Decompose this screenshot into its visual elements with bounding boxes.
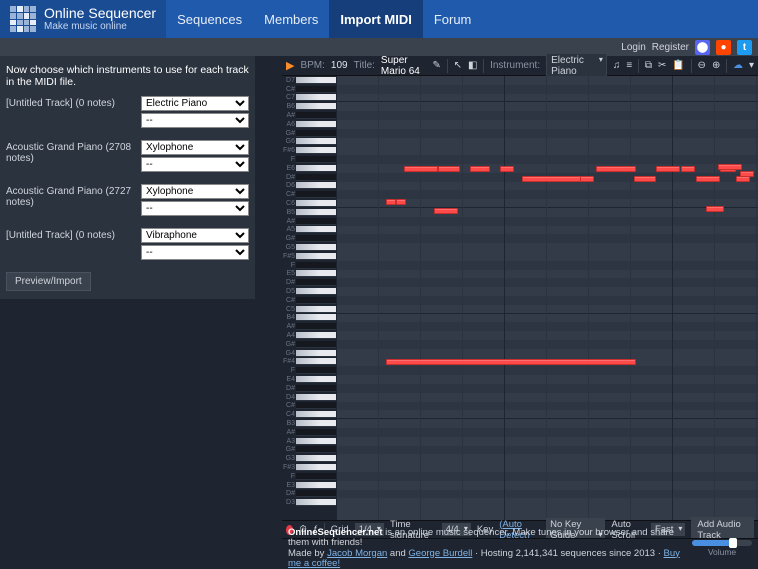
bpm-label: BPM:: [300, 60, 324, 71]
note[interactable]: [656, 166, 680, 172]
footer-text: OnlineSequencer.net is an online music s…: [288, 528, 692, 569]
track-label: [Untitled Track] (0 notes): [6, 228, 141, 241]
reddit-icon[interactable]: ●: [716, 40, 731, 55]
piano-keys[interactable]: D7C#C7B6A#A6G#G6F#6FE6D#D6C#C6B5A#A5G#G5…: [282, 76, 336, 520]
note[interactable]: [522, 176, 582, 182]
save-cloud-icon[interactable]: ☁: [733, 60, 743, 71]
instrument-label: Instrument:: [490, 60, 540, 71]
track-label: Acoustic Grand Piano (2727 notes): [6, 184, 141, 208]
title-input[interactable]: Super Mario 64: [381, 55, 427, 77]
instrument-toggle-icon[interactable]: ♫: [613, 60, 621, 71]
note[interactable]: [634, 176, 656, 182]
note[interactable]: [736, 176, 750, 182]
note[interactable]: [438, 166, 460, 172]
note[interactable]: [681, 166, 695, 172]
note[interactable]: [500, 166, 514, 172]
nav-members[interactable]: Members: [253, 0, 329, 38]
logo[interactable]: Online Sequencer Make music online: [0, 0, 166, 38]
track-instrument-select[interactable]: Electric Piano: [141, 96, 249, 111]
note[interactable]: [596, 166, 636, 172]
nav-sequences[interactable]: Sequences: [166, 0, 253, 38]
track-instrument-select[interactable]: Vibraphone: [141, 228, 249, 243]
copy-icon[interactable]: ⧉: [645, 60, 652, 71]
track-sub-select[interactable]: --: [141, 157, 249, 172]
paste-icon[interactable]: 📋: [672, 60, 684, 71]
edit-icon[interactable]: ✎: [433, 60, 441, 71]
note[interactable]: [386, 199, 396, 205]
nav-import-midi[interactable]: Import MIDI: [329, 0, 423, 38]
note[interactable]: [470, 166, 490, 172]
pointer-tool-icon[interactable]: ↖: [454, 60, 462, 71]
login-link[interactable]: Login: [621, 42, 645, 53]
track-instrument-select[interactable]: Xylophone: [141, 184, 249, 199]
eraser-tool-icon[interactable]: ◧: [468, 60, 477, 71]
note[interactable]: [740, 171, 754, 177]
track-sub-select[interactable]: --: [141, 201, 249, 216]
note-grid[interactable]: [336, 76, 758, 520]
import-intro: Now choose which instruments to use for …: [6, 64, 249, 88]
note[interactable]: [404, 166, 438, 172]
volume-slider[interactable]: [692, 540, 752, 546]
zoom-out-icon[interactable]: ⊖: [698, 60, 706, 71]
preview-import-button[interactable]: Preview/Import: [6, 272, 91, 291]
track-label: Acoustic Grand Piano (2708 notes): [6, 140, 141, 164]
discord-icon[interactable]: ⬤: [695, 40, 710, 55]
cut-icon[interactable]: ✂: [658, 60, 666, 71]
instrument-select[interactable]: Electric Piano: [546, 53, 607, 79]
track-instrument-select[interactable]: Xylophone: [141, 140, 249, 155]
more-icon[interactable]: ▾: [749, 60, 754, 71]
note[interactable]: [396, 199, 406, 205]
track-sub-select[interactable]: --: [141, 245, 249, 260]
nav-forum[interactable]: Forum: [423, 0, 483, 38]
note[interactable]: [718, 164, 742, 170]
logo-icon: [10, 6, 36, 32]
note[interactable]: [434, 208, 458, 214]
zoom-in-icon[interactable]: ⊕: [712, 60, 720, 71]
note[interactable]: [706, 206, 724, 212]
note[interactable]: [386, 359, 636, 365]
register-link[interactable]: Register: [652, 42, 689, 53]
note[interactable]: [580, 176, 594, 182]
brand-subtitle: Make music online: [44, 21, 156, 32]
note[interactable]: [696, 176, 720, 182]
settings-icon[interactable]: ≡: [626, 60, 632, 71]
import-panel: Now choose which instruments to use for …: [0, 56, 255, 299]
twitter-icon[interactable]: t: [737, 40, 752, 55]
author1-link[interactable]: Jacob Morgan: [327, 548, 387, 559]
track-label: [Untitled Track] (0 notes): [6, 96, 141, 109]
brand-title: Online Sequencer: [44, 6, 156, 21]
play-button[interactable]: ▶: [286, 59, 294, 72]
volume-label: Volume: [708, 547, 736, 557]
bpm-value[interactable]: 109: [331, 60, 348, 71]
title-label: Title:: [354, 60, 375, 71]
author2-link[interactable]: George Burdell: [408, 548, 472, 559]
track-sub-select[interactable]: --: [141, 113, 249, 128]
